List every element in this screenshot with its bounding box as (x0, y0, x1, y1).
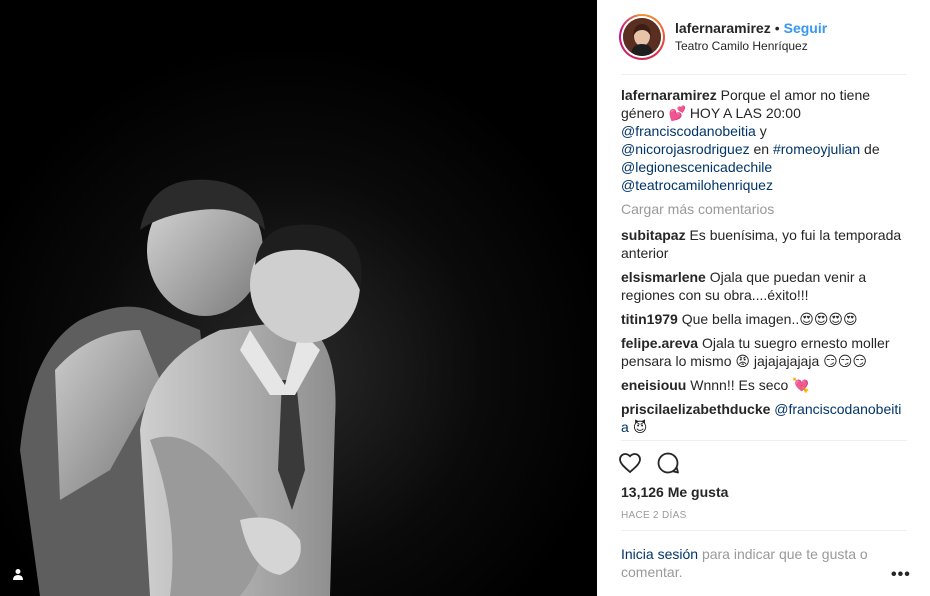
actions-divider (621, 440, 907, 441)
comment: subitapaz Es buenísima, yo fui la tempor… (621, 226, 909, 262)
location-link[interactable]: Teatro Camilo Henríquez (675, 38, 827, 54)
comment-username[interactable]: titin1979 (621, 311, 678, 327)
avatar[interactable] (619, 14, 665, 60)
comment-username[interactable]: eneisiouu (621, 377, 686, 393)
post-header: lafernaramirez • Seguir Teatro Camilo Henr… (619, 12, 909, 62)
follow-button[interactable]: Seguir (784, 20, 828, 36)
login-prompt: Inicia sesión para indicar que te gusta … (621, 545, 881, 581)
mention-link[interactable]: @franciscodanobeitia (621, 123, 756, 139)
comment: priscilaelizabethducke @franciscodanobei… (621, 400, 909, 436)
comment-username[interactable]: felipe.areva (621, 335, 698, 351)
heart-icon[interactable] (617, 450, 643, 476)
comment: felipe.areva Ojala tu suegro ernesto mol… (621, 334, 909, 370)
hashtag-link[interactable]: #romeoyjulian (773, 141, 860, 157)
comment: eneisiouu Wnnn!! Es seco 💘 (621, 376, 909, 394)
mention-link[interactable]: @nicorojasrodriguez (621, 141, 750, 157)
caption: lafernaramirez Porque el amor no tiene g… (621, 86, 909, 194)
separator-dot: • (774, 20, 780, 37)
caption-connector: de (864, 141, 880, 157)
heart-emoji: 💕 (668, 105, 686, 121)
devil-emoji: 😈 (632, 419, 648, 435)
comment-username[interactable]: priscilaelizabethducke (621, 401, 770, 417)
caption-time: HOY A LAS 20:00 (689, 105, 801, 121)
comment-username[interactable]: elsismarlene (621, 269, 706, 285)
mention-link[interactable]: @legionescenicadechile (621, 159, 772, 175)
user-tag-icon[interactable] (8, 564, 28, 584)
load-more-comments[interactable]: Cargar más comentarios (621, 200, 909, 218)
comment-icon[interactable] (655, 450, 681, 476)
comment-text: Que bella imagen..😍😍😍😍 (681, 311, 858, 327)
mention-link[interactable]: @teatrocamilohenriquez (621, 177, 773, 193)
login-link[interactable]: Inicia sesión (621, 546, 698, 562)
likes-count[interactable]: 13,126 Me gusta (621, 484, 728, 500)
caption-connector: y (759, 123, 767, 139)
comment-text: Wnnn!! Es seco 💘 (690, 377, 810, 393)
comment: elsismarlene Ojala que puedan venir a re… (621, 268, 909, 304)
post-sidebar: lafernaramirez • Seguir Teatro Camilo Henr… (597, 0, 930, 596)
post-photo[interactable] (0, 0, 597, 596)
username-link[interactable]: lafernaramirez (675, 20, 771, 36)
post-timestamp: HACE 2 DÍAS (621, 510, 687, 521)
caption-username[interactable]: lafernaramirez (621, 87, 717, 103)
footer-divider (621, 530, 907, 531)
caption-connector: en (753, 141, 770, 157)
comment: titin1979 Que bella imagen..😍😍😍😍 (621, 310, 909, 328)
comment-username[interactable]: subitapaz (621, 227, 686, 243)
comments-list: lafernaramirez Porque el amor no tiene g… (621, 86, 909, 442)
header-divider (621, 74, 907, 75)
more-options-button[interactable]: ••• (891, 566, 911, 584)
action-bar (617, 450, 681, 476)
